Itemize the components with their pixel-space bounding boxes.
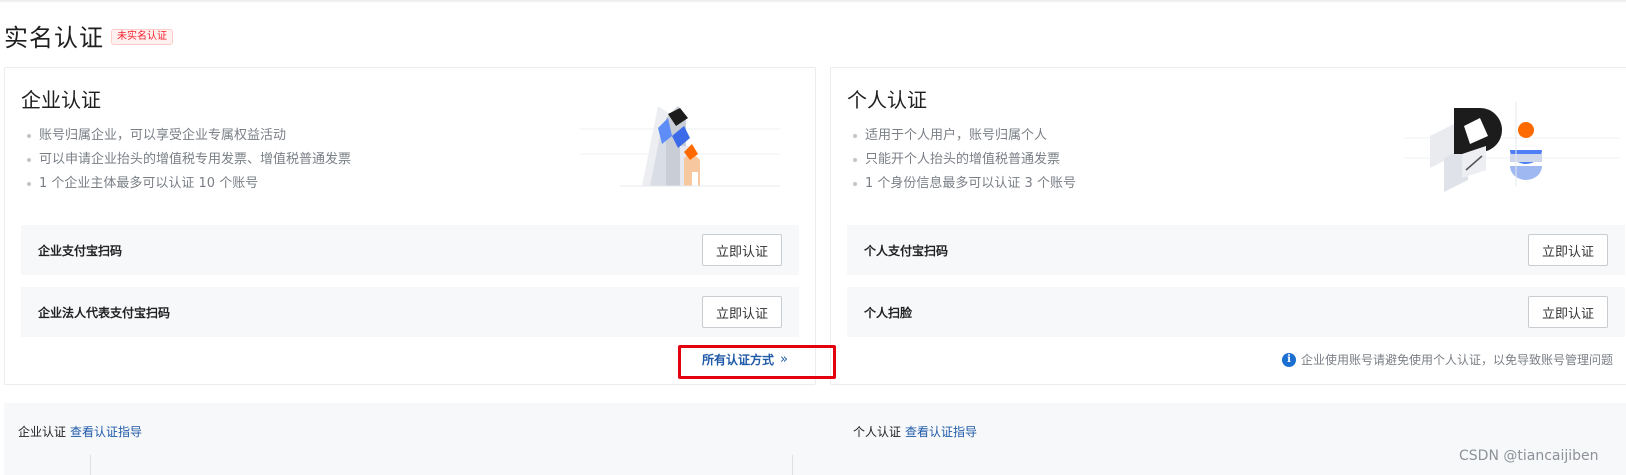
personal-notice: i 企业使用账号请避免使用个人认证，以免导致账号管理问题 bbox=[1282, 351, 1613, 368]
bullet-dot bbox=[853, 134, 857, 138]
page-title: 实名认证 bbox=[4, 24, 104, 52]
info-icon: i bbox=[1282, 352, 1296, 367]
all-methods-link[interactable]: 所有认证方式 » bbox=[702, 351, 788, 368]
method-label: 企业支付宝扫码 bbox=[38, 243, 123, 258]
person-illustration-icon bbox=[1404, 102, 1620, 192]
personal-guide-label: 个人认证 bbox=[853, 425, 902, 439]
personal-guide-section: 个人认证 查看认证指导 bbox=[853, 423, 977, 440]
bullet-dot bbox=[27, 134, 31, 138]
method-label: 个人扫脸 bbox=[864, 305, 913, 320]
buildings-illustration-icon bbox=[580, 106, 780, 187]
bullet-dot bbox=[27, 158, 31, 162]
method-label: 个人支付宝扫码 bbox=[864, 243, 949, 258]
guide-panel: 企业认证 查看认证指导 个人认证 查看认证指导 bbox=[4, 403, 1626, 475]
enterprise-alipay-verify-button[interactable]: 立即认证 bbox=[702, 234, 782, 266]
enterprise-method-legal-rep-scan: 企业法人代表支付宝扫码 立即认证 bbox=[21, 287, 799, 337]
enterprise-card-title: 企业认证 bbox=[21, 88, 101, 112]
enterprise-legal-rep-verify-button[interactable]: 立即认证 bbox=[702, 296, 782, 328]
notice-text: 企业使用账号请避免使用个人认证，以免导致账号管理问题 bbox=[1301, 353, 1614, 367]
list-item: 可以申请企业抬头的增值税专用发票、增值税普通发票 bbox=[27, 148, 351, 172]
personal-alipay-verify-button[interactable]: 立即认证 bbox=[1528, 234, 1608, 266]
personal-method-face-scan: 个人扫脸 立即认证 bbox=[847, 287, 1625, 337]
list-item: 适用于个人用户，账号归属个人 bbox=[853, 124, 1076, 148]
watermark: CSDN @tiancaijiben bbox=[1459, 448, 1599, 464]
enterprise-benefits-list: 账号归属企业，可以享受企业专属权益活动 可以申请企业抬头的增值税专用发票、增值税… bbox=[27, 124, 351, 196]
list-item: 只能开个人抬头的增值税普通发票 bbox=[853, 148, 1076, 172]
method-label: 企业法人代表支付宝扫码 bbox=[38, 305, 171, 320]
personal-face-verify-button[interactable]: 立即认证 bbox=[1528, 296, 1608, 328]
bullet-dot bbox=[27, 182, 31, 186]
bullet-dot bbox=[853, 182, 857, 186]
top-divider bbox=[0, 0, 1626, 3]
enterprise-guide-link[interactable]: 查看认证指导 bbox=[70, 423, 142, 440]
page-header: 实名认证 未实名认证 bbox=[4, 18, 173, 53]
bullet-dot bbox=[853, 158, 857, 162]
enterprise-guide-label: 企业认证 bbox=[18, 425, 67, 439]
timeline-divider bbox=[90, 455, 91, 475]
timeline-divider bbox=[792, 455, 793, 475]
personal-method-alipay-scan: 个人支付宝扫码 立即认证 bbox=[847, 225, 1625, 275]
personal-guide-link[interactable]: 查看认证指导 bbox=[905, 423, 977, 440]
enterprise-method-alipay-scan: 企业支付宝扫码 立即认证 bbox=[21, 225, 799, 275]
double-chevron-right-icon: » bbox=[780, 352, 788, 367]
status-badge: 未实名认证 bbox=[111, 29, 173, 45]
list-item: 1 个企业主体最多可以认证 10 个账号 bbox=[27, 172, 351, 196]
list-item: 账号归属企业，可以享受企业专属权益活动 bbox=[27, 124, 351, 148]
personal-benefits-list: 适用于个人用户，账号归属个人 只能开个人抬头的增值税普通发票 1 个身份信息最多… bbox=[853, 124, 1076, 196]
list-item: 1 个身份信息最多可以认证 3 个账号 bbox=[853, 172, 1076, 196]
personal-card-title: 个人认证 bbox=[847, 88, 927, 112]
enterprise-guide-section: 企业认证 查看认证指导 bbox=[18, 423, 142, 440]
